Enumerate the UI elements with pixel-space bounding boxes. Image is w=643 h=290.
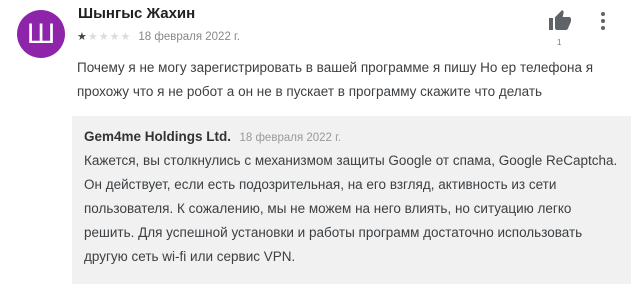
- avatar[interactable]: Ш: [17, 10, 65, 58]
- more-vert-icon[interactable]: [596, 11, 610, 31]
- review-text: Почему я не могу зарегистрировать в ваше…: [77, 60, 594, 99]
- star-empty-icon: ★: [109, 30, 120, 43]
- review-date: 18 февраля 2022 г.: [138, 31, 241, 43]
- developer-reply: Gem4me Holdings Ltd. 18 февраля 2022 г. …: [72, 116, 631, 284]
- reply-date: 18 февраля 2022 г.: [239, 132, 342, 144]
- reply-author: Gem4me Holdings Ltd.: [84, 129, 232, 144]
- reply-header: Gem4me Holdings Ltd. 18 февраля 2022 г.: [84, 128, 621, 147]
- star-empty-icon: ★: [120, 30, 131, 43]
- reply-text: Кажется, вы столкнулись с механизмом защ…: [84, 153, 618, 264]
- star-rating: ★ ★ ★ ★ ★: [77, 31, 130, 43]
- review-card: Ш Шынгыс Жахин ★ ★ ★ ★ ★ 18 февраля 2022 г. …: [0, 0, 643, 290]
- star-empty-icon: ★: [87, 30, 98, 43]
- rating-row: ★ ★ ★ ★ ★ 18 февраля 2022 г.: [77, 31, 241, 44]
- thumbs-up-icon[interactable]: [547, 9, 573, 33]
- likes-count: 1: [557, 38, 562, 47]
- star-filled-icon: ★: [77, 30, 87, 43]
- review-author: Шынгыс Жахин: [78, 5, 196, 22]
- star-empty-icon: ★: [98, 30, 109, 43]
